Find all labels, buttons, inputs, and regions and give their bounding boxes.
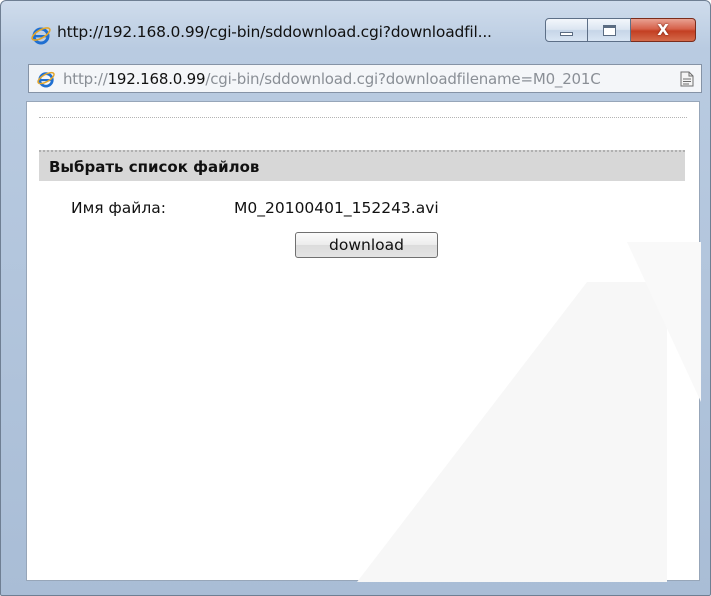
- address-url: http://192.168.0.99/cgi-bin/sddownload.c…: [63, 70, 675, 88]
- url-path: /cgi-bin/sddownload.cgi?downloadfilename…: [205, 70, 601, 88]
- url-scheme: http://: [63, 70, 108, 88]
- url-host: 192.168.0.99: [107, 70, 206, 88]
- file-name-label: Имя файла:: [71, 199, 166, 217]
- maximize-icon: [602, 24, 616, 36]
- close-button[interactable]: X: [631, 18, 696, 42]
- file-name-value: M0_20100401_152243.avi: [234, 199, 439, 217]
- address-bar[interactable]: http://192.168.0.99/cgi-bin/sddownload.c…: [28, 64, 702, 93]
- browser-popup-window: http://192.168.0.99/cgi-bin/sddownload.c…: [0, 0, 711, 596]
- internet-explorer-icon: [37, 70, 55, 88]
- title-bar[interactable]: http://192.168.0.99/cgi-bin/sddownload.c…: [1, 1, 710, 53]
- top-dotted-divider: [39, 117, 687, 118]
- page-document-icon[interactable]: [680, 71, 694, 87]
- section-header: Выбрать список файлов: [39, 150, 685, 181]
- caption-buttons: X: [545, 18, 696, 42]
- minimize-button[interactable]: [545, 18, 588, 42]
- download-button[interactable]: download: [295, 232, 438, 258]
- section-title: Выбрать список файлов: [49, 158, 260, 176]
- window-title: http://192.168.0.99/cgi-bin/sddownload.c…: [57, 23, 492, 41]
- internet-explorer-icon: [31, 25, 51, 45]
- minimize-icon: [560, 32, 573, 36]
- close-icon: X: [657, 21, 669, 39]
- maximize-button[interactable]: [588, 18, 631, 42]
- page-content: Выбрать список файлов Имя файла: M0_2010…: [26, 101, 701, 582]
- window-bottom-frame: [1, 585, 710, 595]
